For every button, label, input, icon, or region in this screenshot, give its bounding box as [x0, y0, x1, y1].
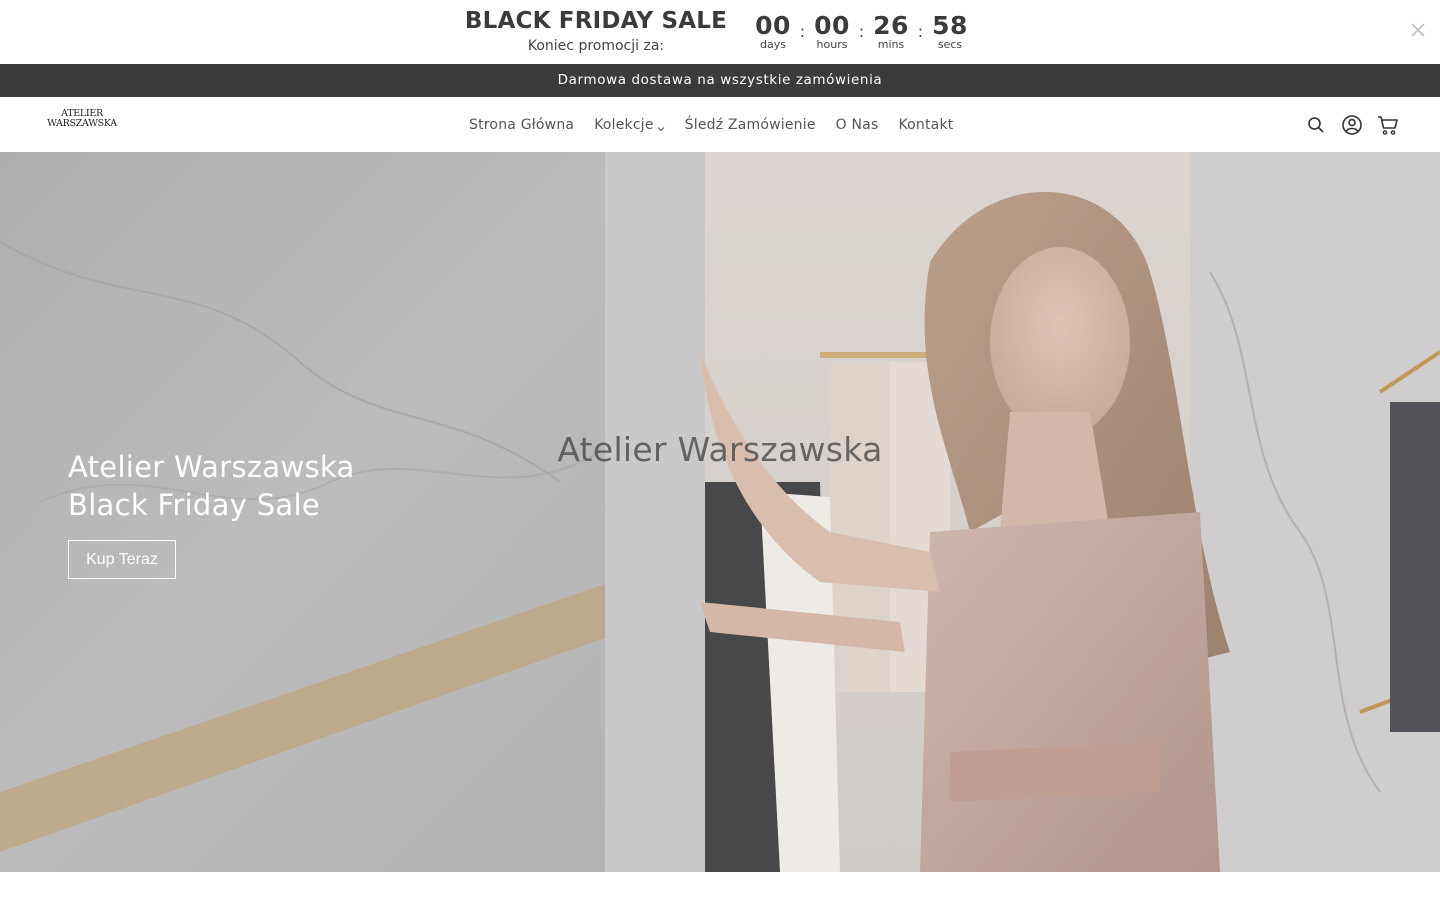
hero-overlay-title: Atelier Warszawska — [557, 430, 883, 469]
countdown-separator: : — [917, 22, 924, 41]
countdown-mins: 26 mins — [866, 10, 916, 51]
search-icon[interactable] — [1304, 113, 1328, 137]
promo-bar: BLACK FRIDAY SALE Koniec promocji za: 00… — [0, 0, 1440, 64]
promo-title: BLACK FRIDAY SALE — [464, 8, 728, 34]
header-icons — [1304, 97, 1400, 152]
close-icon[interactable] — [1408, 20, 1428, 40]
logo[interactable]: ATELIER WARSZAWSKA — [46, 109, 118, 129]
countdown-secs: 58 secs — [925, 10, 975, 51]
nav-item-contact[interactable]: Kontakt — [888, 117, 963, 133]
nav-item-collections[interactable]: Kolekcje — [584, 117, 674, 133]
promo-text: BLACK FRIDAY SALE Koniec promocji za: — [460, 6, 732, 56]
announcement-text: Darmowa dostawa na wszystkie zamówienia — [557, 72, 883, 88]
logo-line-2: WARSZAWSKA — [47, 118, 117, 129]
countdown-days: 00 days — [748, 10, 798, 51]
shop-now-button[interactable]: Kup Teraz — [68, 540, 176, 579]
site-header: ATELIER WARSZAWSKA Strona Główna Kolekcj… — [0, 97, 1440, 152]
hero-heading: Atelier Warszawska Black Friday Sale — [68, 448, 488, 524]
hero-heading-line-1: Atelier Warszawska — [68, 450, 355, 484]
nav-item-label: Strona Główna — [469, 116, 575, 133]
nav-item-label: Kontakt — [898, 116, 954, 133]
main-nav: Strona Główna Kolekcje Śledź Zamówienie … — [459, 97, 963, 152]
countdown-timer: 00 days : 00 hours : 26 mins : 58 secs — [748, 10, 975, 54]
countdown-separator: : — [799, 22, 806, 41]
nav-item-label: Kolekcje — [594, 116, 654, 133]
nav-item-label: Śledź Zamówienie — [684, 116, 816, 133]
nav-item-about[interactable]: O Nas — [826, 117, 889, 133]
hero-banner: Atelier Warszawska Atelier Warszawska Bl… — [0, 152, 1440, 872]
countdown-hours: 00 hours — [807, 10, 857, 51]
hero-heading-line-2: Black Friday Sale — [68, 488, 320, 522]
promo-subtitle: Koniec promocji za: — [527, 38, 665, 54]
countdown-separator: : — [858, 22, 865, 41]
nav-item-label: O Nas — [835, 116, 879, 133]
chevron-down-icon — [657, 121, 665, 131]
announcement-bar: Darmowa dostawa na wszystkie zamówienia — [0, 64, 1440, 97]
nav-item-track-order[interactable]: Śledź Zamówienie — [675, 117, 826, 133]
cart-icon[interactable] — [1376, 113, 1400, 137]
nav-item-home[interactable]: Strona Główna — [459, 117, 584, 133]
account-icon[interactable] — [1340, 113, 1364, 137]
